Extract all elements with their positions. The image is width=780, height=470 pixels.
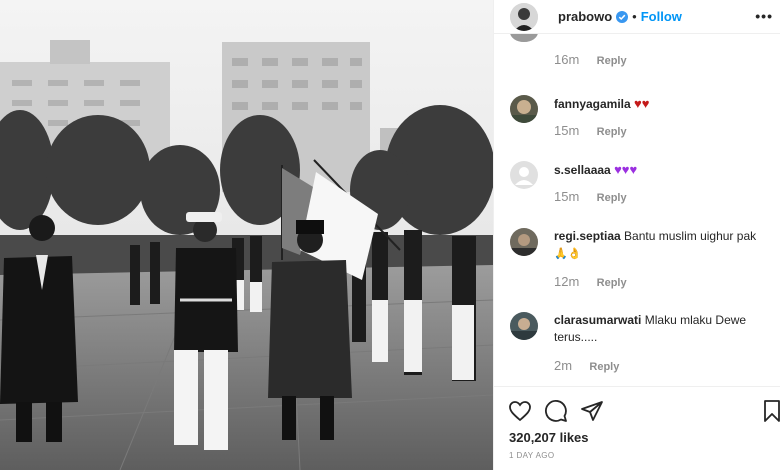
post-photo[interactable] bbox=[0, 0, 493, 470]
commenter-avatar[interactable] bbox=[510, 161, 538, 189]
header-separator: • bbox=[632, 9, 637, 24]
purple-heart-emoji: ♥♥♥ bbox=[614, 162, 638, 177]
commenter-avatar[interactable] bbox=[510, 34, 538, 42]
reply-button[interactable]: Reply bbox=[589, 361, 619, 373]
comment-text: Bantu muslim uighur pak bbox=[624, 229, 757, 243]
post-timestamp[interactable]: 1 DAY AGO bbox=[509, 451, 555, 460]
commenter-username[interactable]: regi.septiaa bbox=[554, 229, 621, 243]
red-heart-emoji: ♥♥ bbox=[634, 96, 650, 111]
commenter-avatar[interactable] bbox=[510, 228, 538, 256]
reply-button[interactable]: Reply bbox=[597, 55, 627, 67]
avatar-photo bbox=[510, 228, 538, 256]
comment-icon[interactable] bbox=[544, 399, 568, 423]
avatar-photo bbox=[510, 34, 538, 42]
commenter-avatar[interactable] bbox=[510, 312, 538, 340]
default-avatar-icon bbox=[510, 161, 538, 189]
follow-button[interactable]: Follow bbox=[641, 9, 682, 24]
post-side-panel: prabowo • Follow ••• 16m Reply fannyagam… bbox=[493, 0, 780, 470]
ceremony-photo bbox=[0, 0, 493, 470]
author-avatar[interactable] bbox=[510, 2, 538, 31]
comment-time: 16m bbox=[554, 52, 580, 67]
reply-button[interactable]: Reply bbox=[597, 126, 627, 138]
comment-time: 12m bbox=[554, 274, 580, 289]
avatar-photo bbox=[510, 95, 538, 123]
verified-badge-icon bbox=[616, 10, 629, 23]
likes-count[interactable]: 320,207 likes bbox=[509, 430, 589, 445]
reply-button[interactable]: Reply bbox=[597, 192, 627, 204]
like-heart-icon[interactable] bbox=[508, 399, 532, 423]
post-header: prabowo • Follow ••• bbox=[494, 0, 780, 34]
reply-button[interactable]: Reply bbox=[597, 277, 627, 289]
post-actions: 320,207 likes 1 DAY AGO bbox=[494, 386, 780, 470]
more-options-icon[interactable]: ••• bbox=[755, 8, 773, 24]
commenter-username[interactable]: clarasumarwati bbox=[554, 313, 641, 327]
save-bookmark-icon[interactable] bbox=[760, 399, 780, 423]
comment-time: 15m bbox=[554, 123, 580, 138]
avatar-photo bbox=[510, 2, 538, 31]
comment-time: 15m bbox=[554, 189, 580, 204]
commenter-username[interactable]: s.sellaaaa bbox=[554, 163, 611, 177]
commenter-username[interactable]: fannyagamila bbox=[554, 97, 631, 111]
author-username[interactable]: prabowo bbox=[558, 9, 612, 24]
avatar-photo bbox=[510, 312, 538, 340]
pray-ok-emoji: 🙏👌 bbox=[554, 248, 582, 260]
comments-list[interactable]: 16m Reply fannyagamila ♥♥ 15m Reply s.se… bbox=[494, 34, 780, 386]
comment-time: 2m bbox=[554, 358, 573, 373]
share-icon[interactable] bbox=[580, 399, 604, 423]
commenter-avatar[interactable] bbox=[510, 95, 538, 123]
